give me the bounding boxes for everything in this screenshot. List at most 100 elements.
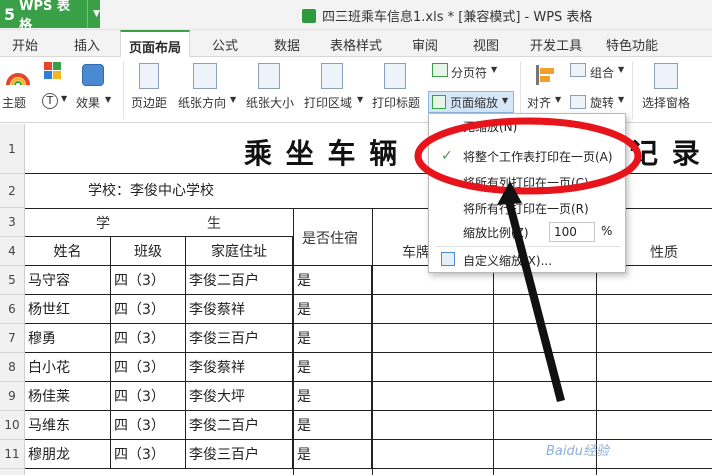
page-break-icon[interactable] [432, 63, 448, 77]
table-cell-name[interactable]: 白小花 [25, 353, 111, 382]
tab-developer[interactable]: 开发工具 [530, 35, 582, 54]
table-cell-name[interactable]: 马守容 [25, 266, 111, 295]
row-header[interactable]: 5 [0, 266, 25, 295]
page-break-button[interactable]: 分页符 [451, 64, 487, 81]
print-titles-icon[interactable] [384, 63, 406, 89]
student-header: 学 [96, 216, 110, 232]
table-cell-address[interactable]: 李俊三百户 [186, 440, 293, 469]
table-cell-name[interactable]: 马维东 [25, 411, 111, 440]
effects-icon[interactable] [82, 64, 104, 86]
table-cell-class[interactable]: 四（3） [111, 382, 186, 411]
print-area-icon[interactable] [321, 63, 343, 89]
row-header[interactable]: 10 [0, 411, 25, 440]
group-button[interactable]: 组合 [590, 64, 614, 81]
menu-item-fit-sheet-one-page[interactable]: ✓ 将整个工作表打印在一页(A) [429, 144, 625, 168]
spreadsheet-file-icon [302, 8, 316, 23]
scale-ratio-unit: % [601, 224, 613, 238]
tab-insert[interactable]: 插入 [74, 35, 100, 54]
table-cell-address[interactable]: 李俊蔡祥 [186, 295, 293, 324]
table-cell-class[interactable]: 四（3） [111, 324, 186, 353]
table-cell-boarding[interactable]: 是 [293, 295, 372, 324]
menu-item-fit-rows-one-page[interactable]: 将所有行打印在一页(R) [429, 196, 625, 220]
row-header[interactable]: 12 [0, 469, 25, 475]
row-header[interactable]: 7 [0, 324, 25, 353]
app-window: 5 WPS 表格 ▼ 四三班乘车信息1.xls * [兼容模式] - WPS 表… [0, 0, 712, 475]
app-menu-button[interactable]: 5 WPS 表格 ▼ [0, 0, 100, 33]
table-cell-boarding[interactable]: 是 [293, 411, 372, 440]
row-header[interactable]: 1 [0, 124, 25, 174]
row-header[interactable]: 9 [0, 382, 25, 411]
table-cell-name[interactable]: 杨世红 [25, 295, 111, 324]
tab-table-styles[interactable]: 表格样式 [330, 35, 382, 54]
print-area-button[interactable]: 打印区域 [304, 94, 352, 111]
tab-formulas[interactable]: 公式 [212, 35, 238, 54]
print-titles-button[interactable]: 打印标题 [372, 94, 420, 111]
row-header[interactable]: 11 [0, 440, 25, 469]
selection-pane-icon[interactable] [654, 63, 678, 89]
table-cell-name[interactable]: 杨佳莱 [25, 382, 111, 411]
tab-page-layout[interactable]: 页面布局 [120, 30, 191, 58]
rotate-button[interactable]: 旋转 [590, 94, 614, 111]
row-header[interactable]: 4 [0, 237, 25, 266]
table-cell-boarding[interactable]: 是 [293, 382, 372, 411]
window-title: 四三班乘车信息1.xls * [兼容模式] - WPS 表格 [302, 6, 592, 25]
table-cell-boarding[interactable]: 是 [293, 324, 372, 353]
header-address[interactable]: 家庭住址 [186, 237, 293, 266]
chevron-down-icon: ▼ [61, 94, 68, 103]
chevron-down-icon: ▼ [105, 95, 112, 104]
scale-ratio-label: 缩放比例(Z) [463, 225, 529, 240]
fonts-button[interactable]: T [42, 93, 58, 109]
table-cell-address[interactable]: 李俊蔡祥 [186, 353, 293, 382]
table-cell-address[interactable]: 李俊二百户 [186, 266, 293, 295]
orientation-icon[interactable] [193, 63, 217, 89]
row-header[interactable]: 3 [0, 208, 25, 237]
color-scheme-icon[interactable] [44, 62, 62, 80]
table-cell-address[interactable]: 李俊三百户 [186, 324, 293, 353]
margins-button[interactable]: 页边距 [131, 94, 167, 111]
menu-item-custom-scaling[interactable]: 自定义缩放(X)... [429, 248, 625, 272]
margins-icon[interactable] [139, 63, 159, 89]
row-header[interactable]: 8 [0, 353, 25, 382]
table-cell-class[interactable]: 四（3） [111, 440, 186, 469]
sheet-title-right: 记 录 [630, 137, 702, 170]
chevron-down-icon: ▼ [502, 96, 509, 105]
theme-button[interactable]: 主题 [2, 94, 26, 111]
theme-icon[interactable] [6, 65, 30, 87]
ribbon-separator [520, 61, 521, 119]
orientation-button[interactable]: 纸张方向 [178, 94, 226, 111]
menu-item-no-scaling[interactable]: 无缩放(N) [429, 114, 625, 138]
table-cell-name[interactable]: 穆勇 [25, 324, 111, 353]
paper-size-button[interactable]: 纸张大小 [246, 94, 294, 111]
menu-item-fit-columns-one-page[interactable]: 将所有列打印在一页(C) [429, 170, 625, 194]
ribbon-separator [123, 61, 124, 119]
effects-button[interactable]: 效果 [76, 94, 100, 111]
align-button[interactable]: 对齐 [527, 94, 551, 111]
table-cell-address[interactable]: 李俊二百户 [186, 411, 293, 440]
selection-pane-button[interactable]: 选择窗格 [642, 94, 690, 111]
tab-review[interactable]: 审阅 [412, 35, 438, 54]
rotate-icon[interactable] [570, 95, 586, 109]
chevron-down-icon: ▼ [87, 0, 100, 28]
table-cell-address[interactable]: 李俊大坪 [186, 382, 293, 411]
table-cell-class[interactable]: 四（3） [111, 411, 186, 440]
boarding-header: 是否住宿 [302, 231, 358, 247]
tab-special-features[interactable]: 特色功能 [606, 35, 658, 54]
align-icon[interactable] [534, 63, 558, 87]
tab-home[interactable]: 开始 [12, 35, 38, 54]
row-header[interactable]: 6 [0, 295, 25, 324]
table-cell-boarding[interactable]: 是 [293, 353, 372, 382]
header-class[interactable]: 班级 [111, 237, 186, 266]
header-name[interactable]: 姓名 [25, 237, 111, 266]
group-icon[interactable] [570, 63, 586, 77]
table-cell-class[interactable]: 四（3） [111, 295, 186, 324]
tab-view[interactable]: 视图 [473, 35, 499, 54]
tab-data[interactable]: 数据 [274, 35, 300, 54]
table-cell-name[interactable]: 穆朋龙 [25, 440, 111, 469]
table-cell-class[interactable]: 四（3） [111, 266, 186, 295]
scale-ratio-input[interactable]: 100 [549, 222, 595, 242]
table-cell-boarding[interactable]: 是 [293, 266, 372, 295]
row-header[interactable]: 2 [0, 174, 25, 208]
table-cell-boarding[interactable]: 是 [293, 440, 372, 469]
table-cell-class[interactable]: 四（3） [111, 353, 186, 382]
paper-size-icon[interactable] [258, 63, 280, 89]
